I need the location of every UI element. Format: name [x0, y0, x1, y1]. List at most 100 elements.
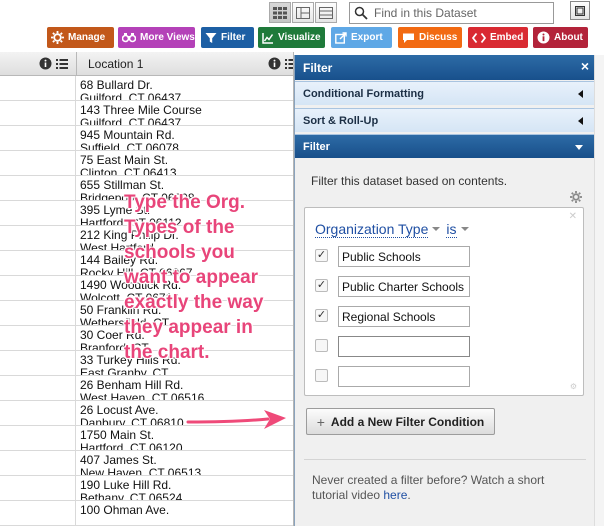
condition-column-select[interactable]: Organization Type [315, 221, 429, 238]
condition-operator-select[interactable]: is [446, 221, 457, 238]
divider [304, 459, 586, 460]
location-cell[interactable]: 75 East Main St. Clinton, CT 06413 [80, 151, 294, 176]
column-info-icon[interactable] [268, 57, 281, 70]
sidebar-title-bar: Filter × [295, 55, 595, 80]
chevron-down-icon [460, 227, 469, 232]
value-checkbox[interactable]: ✓ [315, 309, 328, 322]
sidebar-scrollbar[interactable] [594, 55, 604, 526]
table-cell[interactable] [0, 251, 76, 275]
table-row[interactable]: 75 East Main St. Clinton, CT 06413 [0, 151, 294, 176]
table-cell[interactable] [0, 151, 76, 175]
close-icon[interactable]: × [581, 59, 589, 73]
table-cell[interactable] [0, 76, 76, 100]
city-line: Clinton, CT 06413 [80, 166, 177, 176]
table-cell[interactable] [0, 276, 76, 300]
condition-settings-icon[interactable]: ⚙ [570, 382, 577, 391]
grid-view-button[interactable] [269, 2, 291, 23]
export-label: Export [351, 32, 383, 43]
table-row[interactable]: 190 Luke Hill Rd. Bethany, CT 06524 [0, 476, 294, 501]
table-cell[interactable] [0, 126, 76, 150]
filter-condition-card: ✕ Organization Type is ✓ ✓ ✓ ⚙ [304, 207, 584, 396]
remove-condition-icon[interactable]: ✕ [569, 211, 577, 222]
export-button[interactable]: Export [331, 27, 392, 48]
value-checkbox[interactable] [315, 339, 328, 352]
gear-icon [51, 31, 64, 44]
table-cell[interactable] [0, 326, 76, 350]
fullscreen-button[interactable] [570, 1, 590, 20]
location-cell[interactable]: 407 James St. New Haven, CT 06513 [80, 451, 294, 476]
city-line: Hartford, CT 06120 [80, 441, 183, 451]
discuss-button[interactable]: Discuss [398, 27, 462, 48]
manage-button[interactable]: Manage [47, 27, 114, 48]
column-menu-icon[interactable] [56, 58, 68, 69]
condition-header: Organization Type is [315, 221, 475, 238]
table-cell[interactable] [0, 401, 76, 425]
section-sort-rollup[interactable]: Sort & Roll-Up [295, 108, 595, 132]
condition-value-input[interactable] [338, 306, 470, 327]
condition-value-input[interactable] [338, 366, 470, 387]
table-cell[interactable] [0, 226, 76, 250]
value-checkbox[interactable]: ✓ [315, 249, 328, 262]
search-icon [354, 6, 368, 20]
location-column-header[interactable]: Location 1 [88, 57, 143, 71]
condition-value-input[interactable] [338, 276, 470, 297]
table-cell[interactable] [0, 301, 76, 325]
embed-label: Embed [490, 32, 524, 43]
table-cell[interactable] [0, 476, 76, 500]
city-line: East Granby, CT [80, 366, 169, 376]
split-view-icon [296, 6, 310, 19]
expand-arrow-icon [575, 145, 583, 150]
about-label: About [554, 32, 583, 43]
chevron-down-icon [432, 227, 441, 232]
table-cell[interactable] [0, 451, 76, 475]
sidebar-title: Filter [303, 61, 333, 75]
embed-button[interactable]: Embed [468, 27, 528, 48]
value-checkbox[interactable] [315, 369, 328, 382]
table-cell[interactable] [0, 176, 76, 200]
filter-button[interactable]: Filter [201, 27, 254, 48]
table-cell[interactable] [0, 376, 76, 400]
section-label: Conditional Formatting [303, 88, 424, 100]
location-cell[interactable]: 143 Three Mile Course Guilford, CT 06437 [80, 101, 294, 126]
city-line: Suffield, CT 06078 [80, 141, 179, 151]
search-input[interactable] [374, 5, 550, 21]
more-views-button[interactable]: More Views [118, 27, 195, 48]
about-button[interactable]: About [533, 27, 588, 48]
table-row[interactable]: 407 James St. New Haven, CT 06513 [0, 451, 294, 476]
location-cell[interactable]: 68 Bullard Dr. Guilford, CT 06437 [80, 76, 294, 101]
table-cell[interactable] [0, 101, 76, 125]
binoculars-icon [122, 33, 136, 43]
table-cell[interactable] [0, 351, 76, 375]
table-row[interactable]: 100 Ohman Ave. [0, 501, 294, 526]
speech-bubble-icon [403, 33, 414, 43]
export-icon [335, 31, 347, 44]
section-conditional-formatting[interactable]: Conditional Formatting [295, 81, 595, 105]
column-info-icon[interactable] [39, 57, 52, 70]
table-cell[interactable] [0, 501, 76, 525]
table-row[interactable]: 945 Mountain Rd. Suffield, CT 06078 [0, 126, 294, 151]
location-cell[interactable]: 100 Ohman Ave. [80, 501, 294, 525]
tutorial-link[interactable]: here [383, 488, 407, 502]
location-cell[interactable]: 190 Luke Hill Rd. Bethany, CT 06524 [80, 476, 294, 501]
section-filter[interactable]: Filter [295, 134, 595, 158]
location-cell[interactable]: 26 Benham Hill Rd. West Haven, CT 06516 [80, 376, 294, 401]
add-filter-condition-button[interactable]: + Add a New Filter Condition [306, 408, 495, 435]
address-line: 100 Ohman Ave. [80, 503, 170, 517]
table-row[interactable]: 143 Three Mile Course Guilford, CT 06437 [0, 101, 294, 126]
section-label: Sort & Roll-Up [303, 115, 379, 127]
location-cell[interactable]: 945 Mountain Rd. Suffield, CT 06078 [80, 126, 294, 151]
table-row[interactable]: 68 Bullard Dr. Guilford, CT 06437 [0, 76, 294, 101]
table-row[interactable]: 26 Benham Hill Rd. West Haven, CT 06516 [0, 376, 294, 401]
table-cell[interactable] [0, 426, 76, 450]
visualize-button[interactable]: Visualize [258, 27, 325, 48]
filter-label: Filter [221, 32, 246, 43]
condition-value-input[interactable] [338, 246, 470, 267]
filter-description: Filter this dataset based on contents. [311, 174, 508, 188]
settings-gear-icon[interactable] [570, 191, 582, 203]
table-cell[interactable] [0, 201, 76, 225]
page-view-button[interactable] [315, 2, 337, 23]
column-separator [76, 52, 77, 76]
condition-value-input[interactable] [338, 336, 470, 357]
value-checkbox[interactable]: ✓ [315, 279, 328, 292]
split-view-button[interactable] [292, 2, 314, 23]
